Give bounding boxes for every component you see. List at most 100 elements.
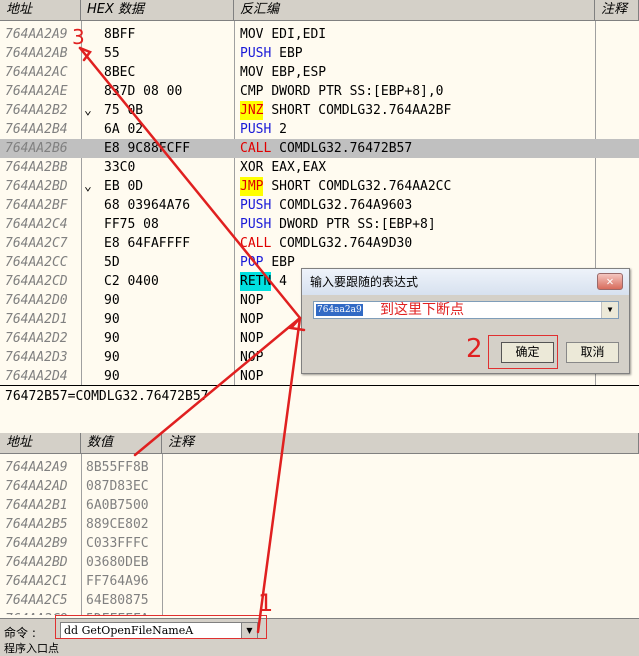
expression-input[interactable]: 764aa2a9 ▼	[313, 301, 619, 319]
dump-value: 8B55FF8B	[86, 460, 149, 475]
dump-value: 6A0B7500	[86, 498, 149, 513]
dump-row[interactable]: 764AA2AD 087D83EC	[0, 477, 639, 496]
row-disasm: JNZ SHORT COMDLG32.764AA2BF	[240, 101, 451, 120]
row-address: 764AA2BF	[5, 198, 68, 213]
row-operand: EDI,EDI	[271, 27, 327, 42]
row-address: 764AA2D3	[5, 350, 68, 365]
row-address: 764AA2B4	[5, 122, 68, 137]
row-disasm: MOV EBP,ESP	[240, 63, 326, 82]
row-hex: 5D	[104, 255, 120, 270]
close-icon[interactable]: ✕	[597, 273, 623, 290]
dump-header-value[interactable]: 数值	[81, 433, 162, 454]
row-address: 764AA2BD	[5, 179, 68, 194]
dump-row[interactable]: 764AA2B1 6A0B7500	[0, 496, 639, 515]
dump-row[interactable]: 764AA2B5 889CE802	[0, 515, 639, 534]
disasm-row[interactable]: 764AA2AC 8BEC MOV EBP,ESP	[0, 63, 639, 82]
status-text: 程序入口点	[4, 642, 59, 655]
info-panel: 76472B57=COMDLG32.76472B57	[0, 385, 639, 434]
row-address: 764AA2CC	[5, 255, 68, 270]
chevron-down-icon[interactable]: ▼	[601, 302, 618, 318]
column-header-hex[interactable]: HEX 数据	[81, 0, 234, 21]
dump-address: 764AA2A9	[5, 460, 68, 475]
dump-header-comment[interactable]: 注释	[162, 433, 639, 454]
row-hex: E8 64FAFFFF	[104, 236, 191, 251]
dump-list[interactable]: 764AA2A9 8B55FF8B 764AA2AD 087D83EC 764AA2B1…	[0, 458, 639, 615]
annotation-note: 到这里下断点	[380, 302, 464, 318]
info-text: 76472B57=COMDLG32.76472B57	[5, 389, 209, 404]
row-operand: EBP,ESP	[271, 65, 327, 80]
jump-arrow-icon: ⌄	[84, 179, 92, 194]
dump-row[interactable]: 764AA2C1 FF764A96	[0, 572, 639, 591]
column-header-comment[interactable]: 注释	[595, 0, 639, 21]
column-header-address[interactable]: 地址	[0, 0, 81, 21]
row-opcode: PUSH	[240, 217, 272, 232]
dump-value: C033FFFC	[86, 536, 149, 551]
row-opcode: MOV	[240, 65, 264, 80]
row-operand: 4	[279, 274, 287, 289]
dump-row[interactable]: 764AA2B9 C033FFFC	[0, 534, 639, 553]
dump-row[interactable]: 764AA2BD 03680DEB	[0, 553, 639, 572]
row-disasm: XOR EAX,EAX	[240, 158, 326, 177]
disasm-row[interactable]: 764AA2BF 68 03964A76 PUSH COMDLG32.764A960…	[0, 196, 639, 215]
row-opcode: NOP	[240, 312, 264, 327]
row-disasm: NOP	[240, 348, 271, 367]
disasm-row[interactable]: 764AA2B6 E8 9C88FCFF CALL COMDLG32.76472B5…	[0, 139, 639, 158]
dump-address: 764AA2B1	[5, 498, 68, 513]
row-disasm: JMP SHORT COMDLG32.764AA2CC	[240, 177, 451, 196]
row-disasm: CALL COMDLG32.76472B57	[240, 139, 412, 158]
row-hex: 6A 02	[104, 122, 144, 137]
row-operand: SHORT COMDLG32.764AA2CC	[271, 179, 452, 194]
row-disasm: MOV EDI,EDI	[240, 25, 326, 44]
dump-row[interactable]: 764AA2A9 8B55FF8B	[0, 458, 639, 477]
row-operand: DWORD PTR SS:[EBP+8],0	[271, 84, 444, 99]
dump-address: 764AA2B9	[5, 536, 68, 551]
row-opcode: JNZ	[240, 101, 264, 120]
row-disasm: NOP	[240, 329, 271, 348]
disasm-row[interactable]: 764AA2BB 33C0 XOR EAX,EAX	[0, 158, 639, 177]
disasm-row[interactable]: 764AA2AB 55 PUSH EBP	[0, 44, 639, 63]
dump-value: 03680DEB	[86, 555, 149, 570]
row-opcode: NOP	[240, 350, 264, 365]
row-opcode: PUSH	[240, 46, 272, 61]
row-opcode: POP	[240, 255, 264, 270]
disasm-row[interactable]: 764AA2A9 8BFF MOV EDI,EDI	[0, 25, 639, 44]
dump-address: 764AA2C5	[5, 593, 68, 608]
jump-arrow-icon: ⌄	[84, 103, 92, 118]
row-operand: DWORD PTR SS:[EBP+8]	[279, 217, 436, 232]
disasm-row[interactable]: 764AA2C4 FF75 08 PUSH DWORD PTR SS:[EBP+8]	[0, 215, 639, 234]
row-opcode: CALL	[240, 141, 272, 156]
disasm-row[interactable]: 764AA2B2 ⌄ 75 0B JNZ SHORT COMDLG32.764AA2B…	[0, 101, 639, 120]
row-address: 764AA2AC	[5, 65, 68, 80]
row-operand: COMDLG32.764A9603	[279, 198, 413, 213]
row-address: 764AA2C4	[5, 217, 68, 232]
disasm-row[interactable]: 764AA2C7 E8 64FAFFFF CALL COMDLG32.764A9D3…	[0, 234, 639, 253]
row-operand: SHORT COMDLG32.764AA2BF	[271, 103, 452, 118]
cancel-button[interactable]: 取消	[566, 342, 619, 363]
row-disasm: NOP	[240, 310, 271, 329]
row-operand: COMDLG32.764A9D30	[279, 236, 413, 251]
row-address: 764AA2C7	[5, 236, 68, 251]
row-address: 764AA2CD	[5, 274, 68, 289]
row-address: 764AA2AB	[5, 46, 68, 61]
dump-row[interactable]: 764AA2C5 64E80875	[0, 591, 639, 610]
disasm-row[interactable]: 764AA2B4 6A 02 PUSH 2	[0, 120, 639, 139]
dump-address: 764AA2C1	[5, 574, 68, 589]
row-hex: C2 0400	[104, 274, 159, 289]
row-disasm: PUSH EBP	[240, 44, 303, 63]
column-header-disasm[interactable]: 反汇编	[234, 0, 595, 21]
row-disasm: CALL COMDLG32.764A9D30	[240, 234, 412, 253]
row-opcode: RETN	[240, 272, 272, 291]
row-hex: 90	[104, 331, 120, 346]
dump-address: 764AA2BD	[5, 555, 68, 570]
row-disasm: PUSH DWORD PTR SS:[EBP+8]	[240, 215, 436, 234]
row-opcode: PUSH	[240, 122, 272, 137]
disasm-row[interactable]: 764AA2BD ⌄ EB 0D JMP SHORT COMDLG32.764AA2C…	[0, 177, 639, 196]
row-opcode: JMP	[240, 177, 264, 196]
row-address: 764AA2D1	[5, 312, 68, 327]
disasm-row[interactable]: 764AA2AE 837D 08 00 CMP DWORD PTR SS:[EBP+…	[0, 82, 639, 101]
row-operand: EAX,EAX	[271, 160, 327, 175]
dump-header-address[interactable]: 地址	[0, 433, 81, 454]
dump-pane[interactable]: 地址 数值 注释 764AA2A9 8B55FF8B 764AA2AD 087D83E…	[0, 433, 639, 615]
dump-value: 64E80875	[86, 593, 149, 608]
row-address: 764AA2D2	[5, 331, 68, 346]
